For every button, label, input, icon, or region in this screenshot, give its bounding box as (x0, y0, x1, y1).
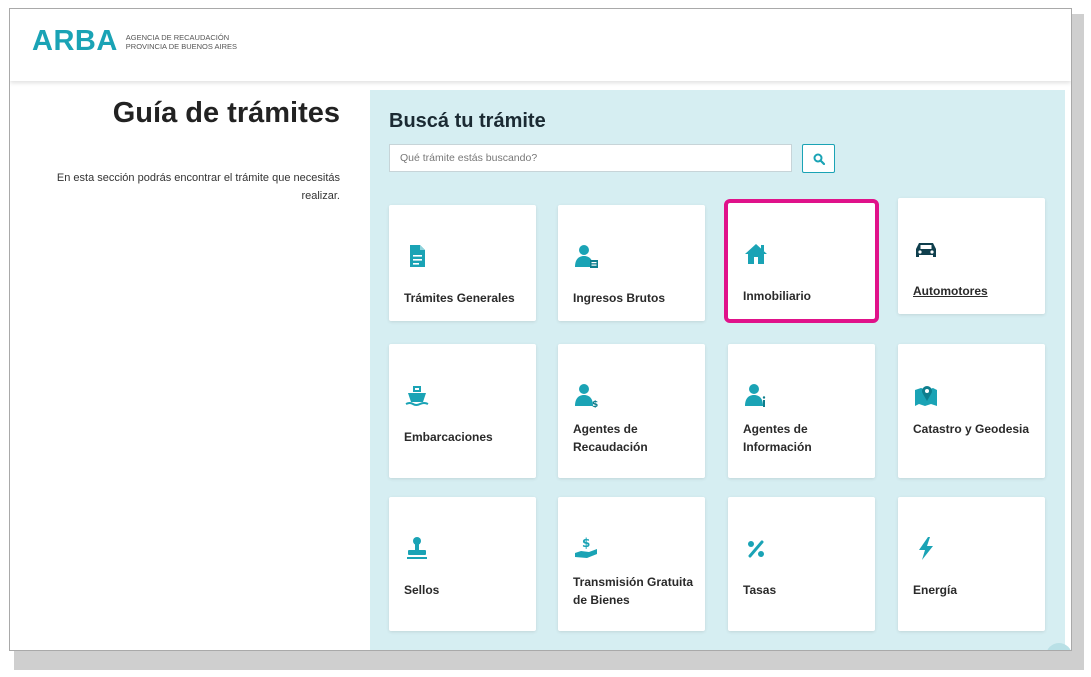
card-label: Embarcaciones (404, 430, 493, 444)
person-info-icon (745, 384, 766, 407)
search-title: Buscá tu trámite (389, 110, 546, 132)
card-ingresos-brutos[interactable]: Ingresos Brutos (558, 205, 705, 321)
hand-dollar-icon: $ (575, 536, 597, 558)
page-title: Guía de trámites (112, 97, 340, 129)
card-label: Catastro y Geodesia (913, 422, 1030, 436)
card-label: Sellos (404, 583, 440, 597)
card-inmobiliario[interactable]: Inmobiliario (724, 199, 879, 323)
arba-logo[interactable]: ARBA AGENCIA DE RECAUDACIÓN PROVINCIA DE… (32, 25, 237, 58)
card-catastro-geodesia[interactable]: Catastro y Geodesia (898, 344, 1045, 478)
card-sellos[interactable]: Sellos (389, 497, 536, 631)
agency-name: AGENCIA DE RECAUDACIÓN PROVINCIA DE BUEN… (126, 33, 237, 51)
card-agentes-informacion[interactable]: Agentes de Información (728, 344, 875, 478)
logo-mark: ARBA (32, 25, 118, 57)
svg-text:$: $ (582, 536, 590, 550)
agency-line-1: AGENCIA DE RECAUDACIÓN (125, 32, 230, 42)
card-tasas[interactable]: Tasas (728, 497, 875, 631)
card-transmision-gratuita[interactable]: $ Transmisión Gratuita de Bienes (558, 497, 705, 631)
house-icon (745, 244, 767, 264)
percent-icon (748, 540, 764, 558)
card-agentes-recaudacion[interactable]: $ Agentes de Recaudación (558, 344, 705, 478)
agency-line-2: PROVINCIA DE BUENOS AIRES (125, 41, 238, 51)
search-icon (813, 153, 825, 165)
page-description: En esta sección podrás encontrar el trám… (56, 172, 340, 202)
card-label: Agentes de Información (743, 422, 812, 454)
card-embarcaciones[interactable]: Embarcaciones (389, 344, 536, 478)
card-label: Tasas (743, 583, 777, 597)
card-label: Energía (913, 583, 958, 597)
card-label: Ingresos Brutos (573, 291, 666, 305)
card-energia[interactable]: Energía (898, 497, 1045, 631)
browser-page: ARBA AGENCIA DE RECAUDACIÓN PROVINCIA DE… (9, 8, 1072, 651)
card-tramites-generales[interactable]: Trámites Generales (389, 205, 536, 321)
site-header: ARBA AGENCIA DE RECAUDACIÓN PROVINCIA DE… (10, 9, 1071, 81)
card-label: Agentes de Recaudación (573, 422, 648, 454)
search-button[interactable] (802, 144, 835, 173)
card-automotores[interactable]: Automotores (898, 198, 1045, 314)
search-panel: Buscá tu trámite Trámites Generales (370, 90, 1071, 650)
card-label: Inmobiliario (743, 289, 812, 303)
intro-column: Guía de trámites En esta sección podrás … (10, 81, 365, 650)
card-label: Transmisión Gratuita de Bienes (573, 575, 694, 607)
card-label: Trámites Generales (404, 291, 515, 305)
car-icon (916, 243, 936, 257)
bolt-icon (919, 537, 933, 560)
scroll-top-button[interactable] (1046, 643, 1071, 650)
map-marker-icon (915, 386, 937, 406)
ship-icon (405, 386, 429, 406)
stamp-icon (407, 537, 427, 559)
person-document-icon (575, 245, 598, 268)
svg-text:$: $ (592, 400, 598, 408)
document-icon (410, 245, 425, 267)
card-label: Automotores (913, 284, 988, 298)
search-input[interactable] (389, 144, 792, 172)
person-dollar-icon: $ (575, 384, 598, 408)
